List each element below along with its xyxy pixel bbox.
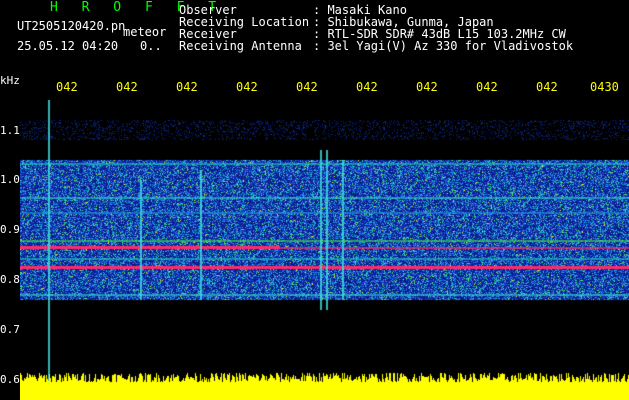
y-axis-label: 0.8 <box>0 273 20 286</box>
time-tick: 042 <box>176 80 198 94</box>
datetime: 25.05.12 04:20 <box>17 39 119 53</box>
time-tick: 042 <box>116 80 138 94</box>
time-tick: 042 <box>236 80 258 94</box>
spectrogram-canvas <box>20 100 629 400</box>
y-axis-label: 0.7 <box>0 323 20 336</box>
mode-label: meteor <box>123 25 167 39</box>
counter: 0.. <box>140 39 162 53</box>
y-axis-label: 0.9 <box>0 223 20 236</box>
field-value-antenna: : 3el Yagi(V) Az 330 for Vladivostok <box>313 39 574 53</box>
file-name: UT2505120420.pn <box>17 19 126 33</box>
time-tick: 042 <box>56 80 78 94</box>
field-label-antenna: Receiving Antenna <box>179 39 302 53</box>
time-tick: 0430 <box>590 80 619 94</box>
time-axis: 042 042 042 042 042 042 042 042 042 0430 <box>0 72 629 100</box>
time-tick: 042 <box>296 80 318 94</box>
time-tick: 042 <box>476 80 498 94</box>
time-tick: 042 <box>416 80 438 94</box>
y-axis-label: 0.6 <box>0 373 20 386</box>
header-panel: H R O F F T UT2505120420.pn meteor 25.05… <box>0 0 629 72</box>
y-axis-label: 1.1 <box>0 124 20 137</box>
y-axis-unit: kHz <box>0 74 20 87</box>
y-axis-label: 1.0 <box>0 173 20 186</box>
time-tick: 042 <box>536 80 558 94</box>
time-tick: 042 <box>356 80 378 94</box>
